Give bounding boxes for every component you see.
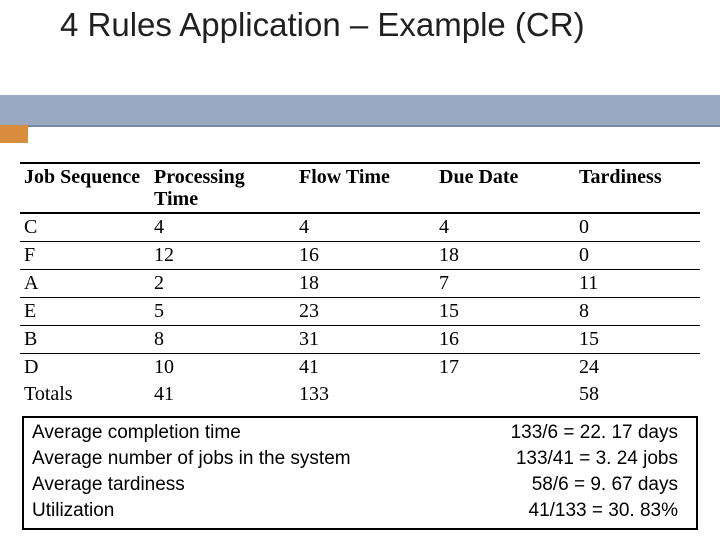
cell-due: 7: [435, 270, 575, 298]
table-row: E 5 23 15 8: [20, 298, 700, 326]
cell-due: 18: [435, 242, 575, 270]
table-row: A 2 18 7 11: [20, 270, 700, 298]
col-proc: Processing Time: [150, 163, 295, 213]
cell-proc: 5: [150, 298, 295, 326]
table-row: C 4 4 4 0: [20, 213, 700, 242]
cell-job: B: [20, 326, 150, 354]
col-tard: Tardiness: [575, 163, 700, 213]
metric-value: 58/6 = 9. 67 days: [532, 474, 678, 496]
cell-tard: 0: [575, 242, 700, 270]
cell-tard: 15: [575, 326, 700, 354]
schedule-table: Job Sequence Processing Time Flow Time D…: [20, 162, 700, 408]
cell-flow: 23: [295, 298, 435, 326]
metric-value: 41/133 = 30. 83%: [529, 500, 679, 522]
cell-due: 16: [435, 326, 575, 354]
cell-flow: 133: [295, 381, 435, 408]
cell-flow: 18: [295, 270, 435, 298]
metrics-box: Average completion time 133/6 = 22. 17 d…: [22, 416, 698, 530]
cell-due: [435, 381, 575, 408]
cell-proc: 8: [150, 326, 295, 354]
page-title: 4 Rules Application – Example (CR): [60, 6, 680, 45]
cell-job: C: [20, 213, 150, 242]
table-row-totals: Totals 41 133 58: [20, 381, 700, 408]
table-row: F 12 16 18 0: [20, 242, 700, 270]
metric-label: Average tardiness: [32, 474, 185, 496]
metric-row: Average number of jobs in the system 133…: [32, 448, 688, 474]
metric-label: Utilization: [32, 500, 114, 522]
cell-flow: 4: [295, 213, 435, 242]
metric-value: 133/6 = 22. 17 days: [511, 422, 678, 444]
cell-flow: 16: [295, 242, 435, 270]
cell-due: 15: [435, 298, 575, 326]
cell-tard: 58: [575, 381, 700, 408]
table-header-row: Job Sequence Processing Time Flow Time D…: [20, 163, 700, 213]
cell-due: 4: [435, 213, 575, 242]
cell-proc: 12: [150, 242, 295, 270]
cell-due: 17: [435, 354, 575, 382]
metric-row: Average tardiness 58/6 = 9. 67 days: [32, 474, 688, 500]
col-job: Job Sequence: [20, 163, 150, 213]
col-due: Due Date: [435, 163, 575, 213]
rule-bar: [0, 95, 720, 127]
metric-label: Average number of jobs in the system: [32, 448, 351, 470]
cell-flow: 31: [295, 326, 435, 354]
cell-flow: 41: [295, 354, 435, 382]
cell-job: E: [20, 298, 150, 326]
cell-tard: 0: [575, 213, 700, 242]
cell-proc: 41: [150, 381, 295, 408]
rule-accent: [0, 125, 28, 143]
col-flow: Flow Time: [295, 163, 435, 213]
title-rule: [0, 95, 720, 147]
cell-tard: 24: [575, 354, 700, 382]
cell-tard: 8: [575, 298, 700, 326]
cell-job: D: [20, 354, 150, 382]
cell-job: Totals: [20, 381, 150, 408]
metric-value: 133/41 = 3. 24 jobs: [516, 448, 678, 470]
cell-proc: 2: [150, 270, 295, 298]
cell-job: F: [20, 242, 150, 270]
cell-tard: 11: [575, 270, 700, 298]
table-row: D 10 41 17 24: [20, 354, 700, 382]
metric-row: Average completion time 133/6 = 22. 17 d…: [32, 422, 688, 448]
slide: 4 Rules Application – Example (CR) Job S…: [0, 0, 720, 540]
cell-proc: 10: [150, 354, 295, 382]
metric-row: Utilization 41/133 = 30. 83%: [32, 500, 688, 526]
cell-job: A: [20, 270, 150, 298]
cell-proc: 4: [150, 213, 295, 242]
metric-label: Average completion time: [32, 422, 241, 444]
table-row: B 8 31 16 15: [20, 326, 700, 354]
